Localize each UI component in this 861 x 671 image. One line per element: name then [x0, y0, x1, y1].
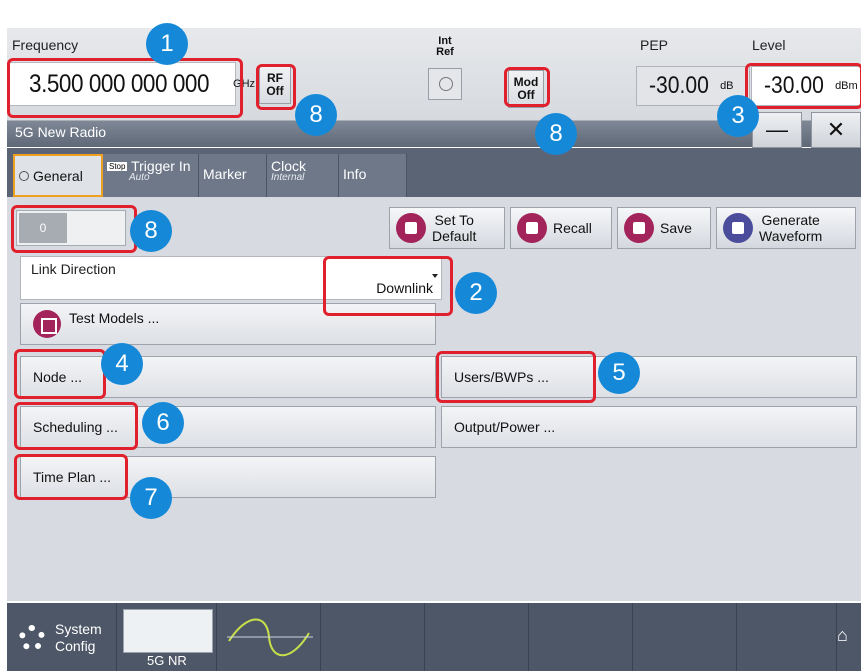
tab-info-label: Info — [343, 166, 367, 182]
tab-general-label: General — [33, 168, 83, 184]
callout-6: 6 — [142, 402, 184, 444]
home-icon[interactable]: ⌂ — [837, 625, 855, 645]
tab-marker-label: Marker — [203, 166, 247, 182]
taskbar-5g-nr[interactable]: 5G NR — [117, 603, 217, 671]
taskbar-slot-6[interactable] — [529, 603, 633, 671]
stop-badge: Stop — [107, 162, 128, 171]
link-direction-label: Link Direction — [31, 261, 116, 277]
recall-label: Recall — [553, 220, 592, 236]
system-config-button[interactable]: System Config — [7, 603, 117, 671]
frequency-label: Frequency — [12, 37, 79, 53]
tab-info[interactable]: Info — [339, 154, 407, 197]
reference-icon[interactable] — [428, 68, 462, 100]
highlight-level — [745, 63, 861, 109]
callout-2: 2 — [455, 272, 497, 314]
highlight-node — [14, 349, 106, 399]
int-ref-label: Int Ref — [436, 35, 454, 58]
tab-bar: General Stop Trigger In Auto Marker Cloc… — [7, 148, 861, 197]
taskbar: System Config 5G NR ⌂ — [7, 603, 861, 671]
pep-label: PEP — [640, 37, 669, 53]
default-icon — [396, 213, 426, 243]
output-power-label: Output/Power ... — [454, 419, 556, 435]
recall-button[interactable]: Recall — [510, 207, 612, 249]
highlight-scheduling — [14, 402, 138, 450]
taskbar-slot-4[interactable] — [321, 603, 425, 671]
highlight-time-plan — [14, 454, 128, 500]
set-to-default-label: Set To Default — [432, 212, 477, 244]
callout-7: 7 — [130, 477, 172, 519]
callout-5: 5 — [598, 352, 640, 394]
callout-8-toggle: 8 — [130, 210, 172, 252]
level-label: Level — [752, 37, 786, 53]
close-button[interactable]: ✕ — [811, 112, 861, 148]
callout-8-rf: 8 — [295, 94, 337, 136]
tab-trigger-in[interactable]: Stop Trigger In Auto — [103, 154, 199, 197]
highlight-rf — [256, 64, 296, 110]
highlight-link-direction — [323, 256, 453, 316]
5g-nr-thumbnail — [123, 609, 213, 653]
highlight-toggle — [11, 205, 137, 253]
test-models-icon — [33, 310, 61, 338]
generate-waveform-label: Generate Waveform — [759, 212, 823, 244]
taskbar-waveform[interactable] — [217, 603, 321, 671]
highlight-frequency — [7, 58, 243, 118]
taskbar-slot-5[interactable] — [425, 603, 529, 671]
general-icon — [19, 171, 29, 181]
tab-general[interactable]: General — [13, 154, 103, 197]
gear-icon — [19, 625, 45, 651]
generate-waveform-button[interactable]: Generate Waveform — [716, 207, 856, 249]
save-button[interactable]: Save — [617, 207, 711, 249]
test-models-label: Test Models ... — [69, 310, 160, 326]
callout-3: 3 — [717, 95, 759, 137]
taskbar-slot-8[interactable] — [737, 603, 837, 671]
highlight-mod — [504, 67, 550, 107]
callout-1: 1 — [146, 23, 188, 65]
taskbar-slot-7[interactable] — [633, 603, 737, 671]
waveform-icon — [723, 213, 753, 243]
highlight-users — [436, 351, 596, 403]
callout-8-mod: 8 — [535, 113, 577, 155]
system-config-label: System Config — [55, 621, 102, 654]
pep-unit: dB — [720, 80, 734, 92]
set-to-default-button[interactable]: Set To Default — [389, 207, 505, 249]
output-power-button[interactable]: Output/Power ... — [441, 406, 857, 448]
callout-4: 4 — [101, 343, 143, 385]
pep-value: -30.00 — [649, 72, 709, 99]
minimize-button[interactable]: — — [752, 112, 802, 148]
recall-icon — [517, 213, 547, 243]
5g-nr-label: 5G NR — [147, 653, 187, 668]
tab-marker[interactable]: Marker — [199, 154, 267, 197]
tab-clock[interactable]: Clock Internal — [267, 154, 339, 197]
tab-clock-sub: Internal — [271, 172, 305, 183]
save-label: Save — [660, 220, 692, 236]
save-icon — [624, 213, 654, 243]
sine-wave-icon — [227, 618, 313, 657]
